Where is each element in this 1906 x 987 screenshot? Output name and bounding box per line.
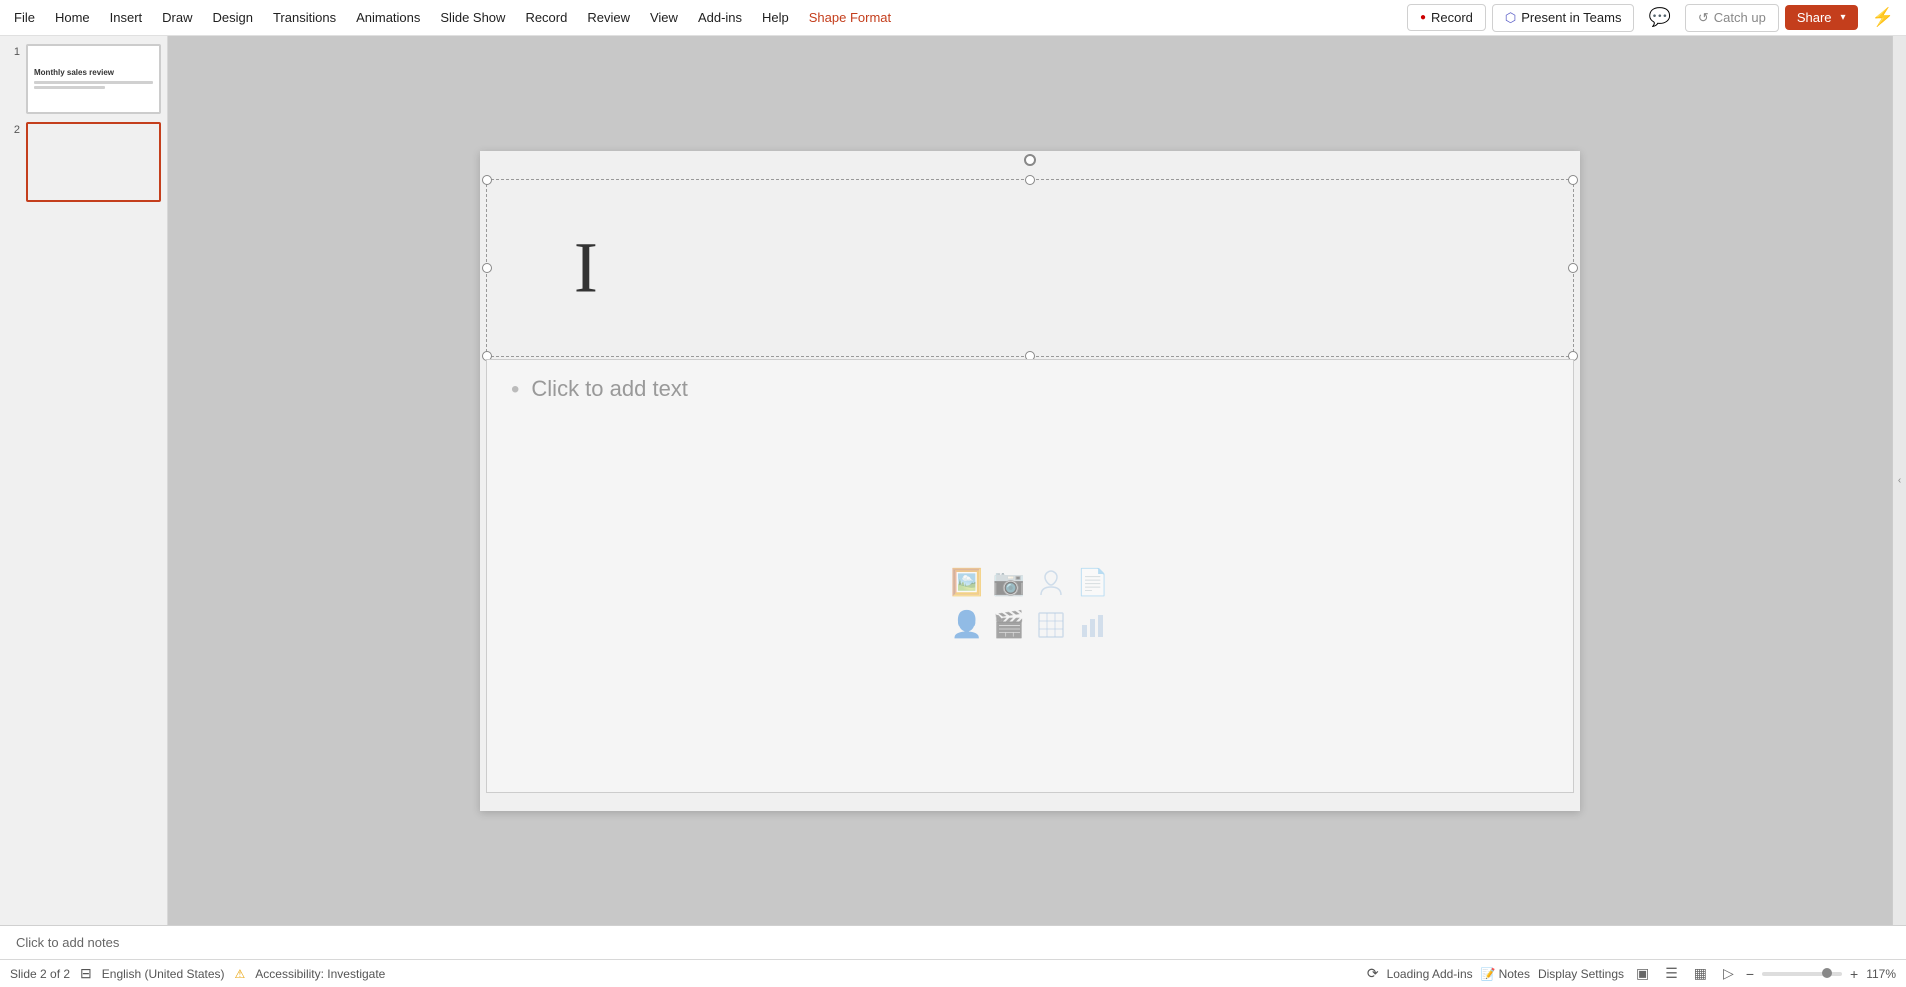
comments-button[interactable]: 💬 [1640, 2, 1678, 33]
slide-thumb-img-2[interactable] [26, 122, 161, 202]
record-label: Record [1431, 10, 1473, 25]
right-panel-collapse[interactable]: ‹ [1892, 36, 1906, 925]
status-left: Slide 2 of 2 ⊟ English (United States) ⚠… [10, 965, 1355, 982]
view-outline-icon[interactable]: ☰ [1661, 963, 1682, 984]
insert-chart-icon[interactable] [1076, 608, 1110, 642]
present-teams-button[interactable]: ⬡ Present in Teams [1492, 4, 1635, 32]
slide-1-lines [34, 81, 153, 91]
bullet-dot: • [511, 376, 519, 404]
designer-button[interactable]: ⚡ [1864, 2, 1902, 33]
zoom-slider[interactable] [1762, 972, 1842, 976]
handle-middle-right[interactable] [1568, 263, 1578, 273]
insert-icon-icon[interactable] [1034, 566, 1068, 600]
slide-canvas[interactable]: I • Click to add text 🖼️ 📷 [480, 151, 1580, 811]
share-chevron-icon: ▾ [1841, 12, 1846, 23]
notes-status-btn[interactable]: 📝 Notes [1481, 967, 1530, 981]
handle-top-center[interactable] [1025, 175, 1035, 185]
catchup-icon: ↺ [1698, 10, 1709, 26]
record-button[interactable]: ● Record [1407, 4, 1486, 31]
title-textbox[interactable]: I [486, 179, 1574, 357]
menu-record[interactable]: Record [515, 6, 577, 29]
menu-file[interactable]: File [4, 6, 45, 29]
icon-row-2: 👤 🎬 [950, 608, 1110, 642]
catchup-label: Catch up [1714, 10, 1766, 25]
slide-panel: 1 Monthly sales review 2 [0, 36, 168, 925]
thumb-line [34, 86, 105, 89]
language: English (United States) [102, 967, 225, 981]
slide-1-title: Monthly sales review [34, 68, 153, 77]
slide-thumbnail-2[interactable]: 2 [6, 122, 161, 202]
loading-add-ins: Loading Add-ins [1387, 967, 1473, 981]
main-layout: 1 Monthly sales review 2 [0, 36, 1906, 925]
menu-add-ins[interactable]: Add-ins [688, 6, 752, 29]
status-bar: Slide 2 of 2 ⊟ English (United States) ⚠… [0, 959, 1906, 987]
menu-animations[interactable]: Animations [346, 6, 430, 29]
text-cursor: I [574, 226, 598, 309]
menu-transitions[interactable]: Transitions [263, 6, 346, 29]
insert-picture-icon[interactable]: 🖼️ [950, 566, 984, 600]
icon-row-1: 🖼️ 📷 📄 [950, 566, 1110, 600]
content-icons: 🖼️ 📷 📄 👤 🎬 [511, 432, 1549, 776]
canvas-area[interactable]: I • Click to add text 🖼️ 📷 [168, 36, 1892, 925]
record-icon: ● [1420, 12, 1426, 23]
menu-view[interactable]: View [640, 6, 688, 29]
share-button[interactable]: Share ▾ [1785, 5, 1858, 30]
designer-icon: ⚡ [1872, 7, 1894, 27]
slide-thumb-img-1[interactable]: Monthly sales review [26, 44, 161, 114]
comment-icon: 💬 [1648, 7, 1670, 27]
share-label: Share [1797, 10, 1832, 25]
insert-video-icon[interactable]: 🎬 [992, 608, 1026, 642]
notes-placeholder: Click to add notes [16, 935, 119, 950]
menu-help[interactable]: Help [752, 6, 799, 29]
content-placeholder-text: Click to add text [531, 376, 688, 402]
notes-label: Notes [1499, 967, 1530, 981]
bullet-placeholder[interactable]: • Click to add text [511, 376, 1549, 404]
insert-stock-image-icon[interactable]: 📷 [992, 566, 1026, 600]
menu-shape-format[interactable]: Shape Format [799, 6, 901, 29]
insert-table-icon[interactable] [1034, 608, 1068, 642]
accessibility-status[interactable]: Accessibility: Investigate [255, 967, 385, 981]
view-normal-icon[interactable]: ▣ [1632, 963, 1653, 984]
slide-thumbnail-1[interactable]: 1 Monthly sales review [6, 44, 161, 114]
status-right: ⟳ Loading Add-ins 📝 Notes Display Settin… [1367, 963, 1896, 984]
handle-middle-left[interactable] [482, 263, 492, 273]
slide-number-1: 1 [6, 44, 20, 58]
present-teams-label: Present in Teams [1521, 10, 1621, 25]
handle-top-right[interactable] [1568, 175, 1578, 185]
rotate-handle[interactable] [1024, 154, 1036, 166]
menu-insert[interactable]: Insert [100, 6, 153, 29]
zoom-level[interactable]: 117% [1866, 967, 1896, 981]
zoom-thumb [1822, 968, 1832, 978]
slide-number-2: 2 [6, 122, 20, 136]
menu-design[interactable]: Design [203, 6, 263, 29]
menu-home[interactable]: Home [45, 6, 100, 29]
menu-slide-show[interactable]: Slide Show [430, 6, 515, 29]
insert-smartart-icon[interactable]: 📄 [1076, 566, 1110, 600]
notes-bar[interactable]: Click to add notes [0, 925, 1906, 959]
teams-icon: ⬡ [1505, 10, 1516, 26]
menu-draw[interactable]: Draw [152, 6, 202, 29]
zoom-in-icon[interactable]: + [1850, 966, 1858, 982]
insert-3d-models-icon[interactable]: 👤 [950, 608, 984, 642]
menu-bar: File Home Insert Draw Design Transitions… [0, 0, 1906, 36]
zoom-out-icon[interactable]: − [1746, 966, 1754, 982]
slide-info: Slide 2 of 2 [10, 967, 70, 981]
handle-top-left[interactable] [482, 175, 492, 185]
display-settings-btn[interactable]: Display Settings [1538, 967, 1624, 981]
content-placeholder[interactable]: • Click to add text 🖼️ 📷 📄 [486, 359, 1574, 793]
catchup-button: ↺ Catch up [1685, 4, 1779, 32]
thumb-line [34, 81, 153, 84]
slide-layout-icon[interactable]: ⊟ [80, 965, 92, 982]
menu-review[interactable]: Review [577, 6, 640, 29]
accessibility-icon[interactable]: ⚠ [235, 967, 246, 981]
loading-spinner-icon: ⟳ [1367, 965, 1379, 982]
ribbon-controls: ● Record ⬡ Present in Teams 💬 ↺ Catch up… [1407, 2, 1902, 33]
notes-icon: 📝 [1481, 967, 1496, 981]
view-slideshow-icon[interactable]: ▷ [1719, 963, 1738, 984]
view-reading-icon[interactable]: ▦ [1690, 963, 1711, 984]
